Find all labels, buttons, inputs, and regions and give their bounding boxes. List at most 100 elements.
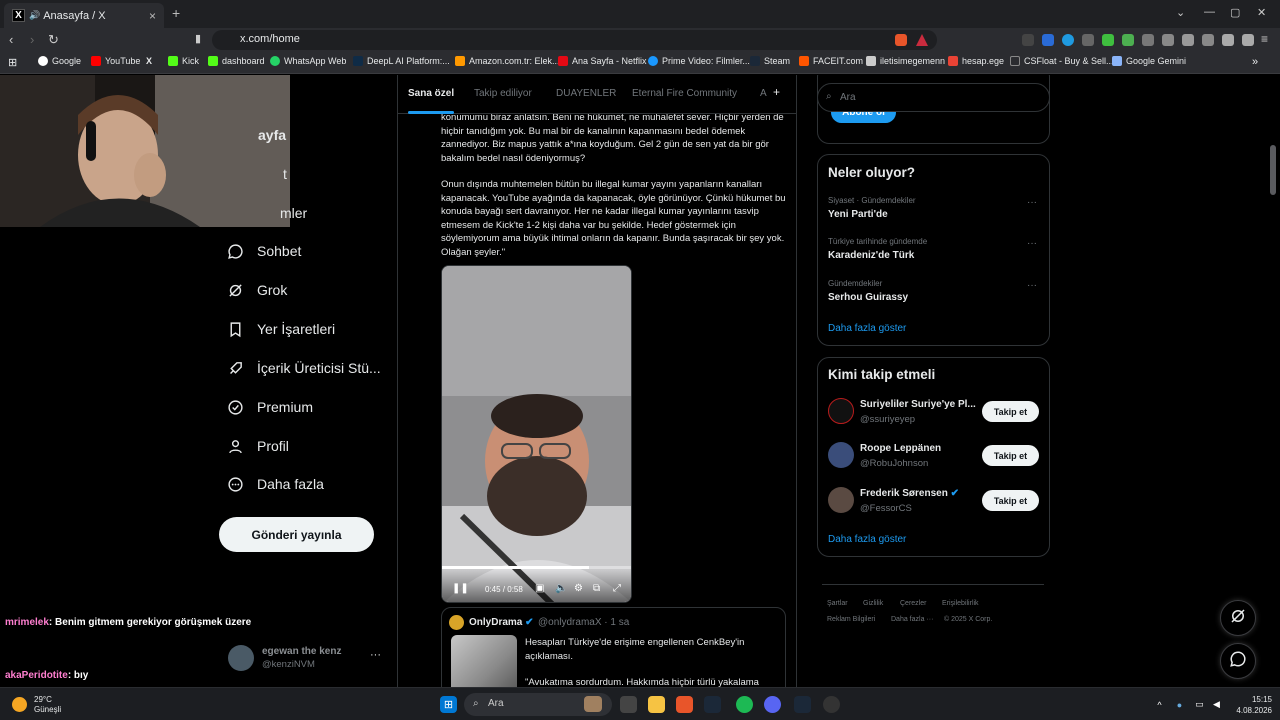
- video-progress-track[interactable]: [442, 566, 631, 569]
- extension-icon-1[interactable]: [1022, 34, 1034, 46]
- nav-chat[interactable]: Sohbet: [226, 242, 301, 260]
- apps-grid-icon[interactable]: ⊞: [8, 56, 17, 69]
- app-icon[interactable]: [823, 696, 840, 713]
- extension-icon-2[interactable]: [1042, 34, 1054, 46]
- grok-fab[interactable]: [1220, 600, 1256, 636]
- fullscreen-icon[interactable]: ⤢: [613, 583, 621, 594]
- footer-privacy[interactable]: Gizlilik: [863, 600, 883, 607]
- follow-button[interactable]: Takip et: [982, 401, 1039, 422]
- tab-for-you[interactable]: Sana özel: [408, 88, 454, 99]
- quoted-tweet[interactable]: OnlyDrama ✔ @onlydramaX · 1 sa Hesapları…: [441, 607, 786, 687]
- pause-icon[interactable]: ❚❚: [452, 583, 469, 594]
- bookmark-iletisim[interactable]: iletisimegemenn: [866, 56, 945, 66]
- microphone-icon[interactable]: ●: [1171, 696, 1188, 713]
- sidebar-icon[interactable]: [1182, 34, 1194, 46]
- account-more-icon[interactable]: ···: [370, 649, 381, 661]
- nav-premium[interactable]: Premium: [226, 398, 313, 416]
- brave-shields-icon[interactable]: [895, 34, 907, 46]
- bookmark-whatsapp[interactable]: WhatsApp Web: [270, 56, 346, 66]
- bookmarks-overflow-icon[interactable]: »: [1252, 56, 1258, 68]
- bookmark-prime-video[interactable]: Prime Video: Filmler...: [648, 56, 750, 66]
- network-icon[interactable]: ▭: [1191, 696, 1208, 713]
- trend-name-2[interactable]: Karadeniz'de Türk: [828, 250, 914, 261]
- tab-close-icon[interactable]: ×: [149, 9, 156, 23]
- who-to-follow-show-more-link[interactable]: Daha fazla göster: [828, 534, 906, 545]
- bookmark-csfloat[interactable]: CSFloat - Buy & Sell...: [1010, 56, 1114, 66]
- bookmark-netflix[interactable]: Ana Sayfa - Netflix: [558, 56, 647, 66]
- bookmark-page-icon[interactable]: ▮: [195, 32, 201, 45]
- avatar[interactable]: [828, 442, 854, 468]
- trend-name-1[interactable]: Yeni Parti'de: [828, 209, 888, 220]
- account-switcher[interactable]: egewan the kenz @kenziNVM: [228, 645, 341, 671]
- avatar[interactable]: [828, 487, 854, 513]
- follow-button[interactable]: Takip et: [982, 445, 1039, 466]
- bookmark-kick[interactable]: Kick: [168, 56, 199, 66]
- steam-icon-2[interactable]: [794, 696, 811, 713]
- tab-x-home[interactable]: X 🔊 Anasayfa / X ×: [4, 3, 164, 28]
- url-field[interactable]: x.com/home: [212, 30, 937, 50]
- taskbar-search[interactable]: ⌕ Ara: [464, 693, 612, 716]
- trend-more-icon[interactable]: ···: [1027, 197, 1037, 208]
- nav-profile[interactable]: Profil: [226, 437, 289, 455]
- forward-icon[interactable]: ›: [30, 32, 34, 47]
- bookmark-faceit[interactable]: FACEIT.com: [799, 56, 863, 66]
- bookmark-steam[interactable]: Steam: [750, 56, 790, 66]
- tab-eternal-fire[interactable]: Eternal Fire Community: [632, 88, 737, 99]
- follow-button[interactable]: Takip et: [982, 490, 1039, 511]
- bookmark-hesap[interactable]: hesap.ege: [948, 56, 1004, 66]
- footer-more[interactable]: Daha fazla ···: [891, 616, 933, 623]
- trend-more-icon[interactable]: ···: [1027, 280, 1037, 291]
- trend-more-icon[interactable]: ···: [1027, 238, 1037, 249]
- bookmark-deepl[interactable]: DeepL AI Platform:...: [353, 56, 450, 66]
- back-icon[interactable]: ‹: [9, 32, 13, 47]
- discord-icon[interactable]: [764, 696, 781, 713]
- menu-icon[interactable]: ≡: [1261, 32, 1268, 46]
- close-window-button[interactable]: ✕: [1257, 6, 1266, 19]
- puzzle-icon[interactable]: [1142, 34, 1154, 46]
- tab-overflow[interactable]: A: [760, 88, 767, 99]
- footer-cookies[interactable]: Çerezler: [900, 600, 926, 607]
- footer-accessibility[interactable]: Erişilebilirlik: [942, 600, 979, 607]
- chat-fab[interactable]: [1220, 643, 1256, 679]
- reload-icon[interactable]: ↻: [48, 32, 59, 48]
- nav-notifications-partial[interactable]: mler: [280, 205, 307, 221]
- steam-icon[interactable]: [704, 696, 721, 713]
- captions-icon[interactable]: ▣: [535, 583, 544, 594]
- nav-more[interactable]: Daha fazla: [226, 475, 324, 493]
- extension-icon-5[interactable]: [1102, 34, 1114, 46]
- follow-suggestion-name-3[interactable]: Frederik Sørensen ✔: [860, 488, 959, 499]
- extension-icon-4[interactable]: [1082, 34, 1094, 46]
- nav-creator-studio[interactable]: İçerik Üreticisi Stü...: [226, 359, 381, 377]
- extension-icon-3[interactable]: [1062, 34, 1074, 46]
- avatar[interactable]: [828, 398, 854, 424]
- tab-duayenler[interactable]: DUAYENLER: [556, 88, 616, 99]
- footer-terms[interactable]: Şartlar: [827, 600, 848, 607]
- bookmark-youtube[interactable]: YouTube: [91, 56, 140, 66]
- nav-grok[interactable]: Grok: [226, 281, 287, 299]
- add-tab-icon[interactable]: +: [773, 85, 780, 99]
- search-input[interactable]: ⌕ Ara: [817, 83, 1050, 112]
- bookmark-gemini[interactable]: Google Gemini: [1112, 56, 1186, 66]
- x-bookmark-icon[interactable]: X: [146, 56, 152, 66]
- ai-icon[interactable]: [1222, 34, 1234, 46]
- post-button[interactable]: Gönderi yayınla: [219, 517, 374, 552]
- vpn-icon[interactable]: [1242, 34, 1254, 46]
- minimize-button[interactable]: —: [1204, 6, 1215, 18]
- footer-ads-info[interactable]: Reklam Bilgileri: [827, 616, 875, 623]
- volume-icon[interactable]: 🔈: [555, 583, 567, 594]
- brave-browser-icon[interactable]: [676, 696, 693, 713]
- trend-name-3[interactable]: Serhou Guirassy: [828, 292, 908, 303]
- bookmark-dashboard[interactable]: dashboard: [208, 56, 265, 66]
- wallet-icon[interactable]: [1202, 34, 1214, 46]
- follow-suggestion-name-2[interactable]: Roope Leppänen: [860, 443, 941, 454]
- maximize-button[interactable]: ▢: [1230, 6, 1240, 19]
- picture-in-picture-icon[interactable]: ⧉: [593, 583, 600, 594]
- windows-start-icon[interactable]: ⊞: [440, 696, 457, 713]
- volume-icon[interactable]: ◀: [1208, 696, 1225, 713]
- tweet-video-player[interactable]: ❚❚ 0:45 / 0:58 ▣ 🔈 ⚙ ⧉ ⤢: [441, 265, 632, 603]
- settings-gear-icon[interactable]: ⚙: [574, 583, 583, 594]
- tab-search-chevron-icon[interactable]: ⌄: [1176, 6, 1185, 19]
- file-explorer-icon[interactable]: [648, 696, 665, 713]
- tab-following[interactable]: Takip ediliyor: [474, 88, 532, 99]
- trends-show-more-link[interactable]: Daha fazla göster: [828, 323, 906, 334]
